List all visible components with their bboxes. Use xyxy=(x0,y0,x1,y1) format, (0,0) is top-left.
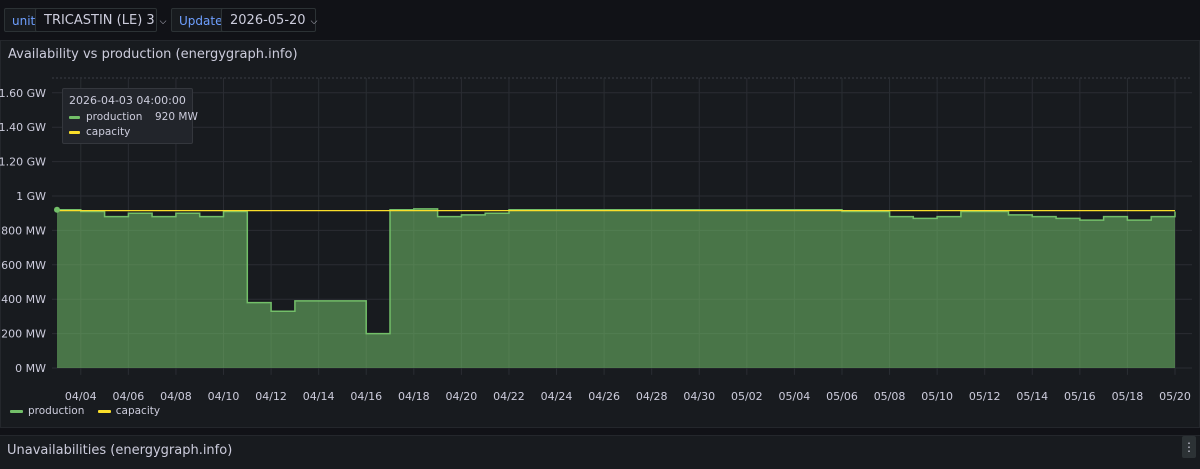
legend-item-capacity[interactable]: capacity xyxy=(97,405,161,417)
legend-swatch-capacity xyxy=(97,409,111,413)
legend-label-production: production xyxy=(28,405,85,417)
x-tick-label: 05/04 xyxy=(779,390,811,403)
y-tick-label: 200 MW xyxy=(1,328,46,341)
tooltip-time: 2026-04-03 04:00:00 xyxy=(69,94,186,107)
vertical-ellipsis-icon[interactable]: ⋮ xyxy=(1182,436,1196,458)
x-tick-label: 04/22 xyxy=(493,390,525,403)
x-tick-label: 04/18 xyxy=(398,390,430,403)
chart-tooltip: 2026-04-03 04:00:00 production 920 MW ca… xyxy=(62,88,198,144)
x-tick-label: 05/16 xyxy=(1064,390,1096,403)
x-tick-label: 04/06 xyxy=(113,390,145,403)
y-tick-label: 1.40 GW xyxy=(0,121,46,134)
tooltip-series-name: capacity xyxy=(86,126,131,138)
y-tick-label: 1 GW xyxy=(16,190,46,203)
x-tick-label: 05/14 xyxy=(1016,390,1048,403)
x-tick-label: 04/04 xyxy=(65,390,97,403)
legend-item-production[interactable]: production xyxy=(10,405,84,417)
tooltip-row-capacity: capacity xyxy=(69,125,130,139)
tooltip-series-value: 920 MW xyxy=(155,111,198,123)
tooltip-series-name: production xyxy=(86,111,143,123)
x-axis: 04/04 04/06 04/08 04/10 04/12 04/14 04/16 04/18… xyxy=(65,390,1191,403)
x-tick-label: 04/28 xyxy=(636,390,668,403)
x-tick-label: 05/08 xyxy=(874,390,906,403)
x-tick-label: 05/20 xyxy=(1159,390,1191,403)
tooltip-row-production: production 920 MW xyxy=(69,110,198,124)
y-tick-label: 1.20 GW xyxy=(0,156,46,169)
y-axis: 0 MW 200 MW 400 MW 600 MW 800 MW 1 GW 1.20 GW 1… xyxy=(0,87,46,375)
chart-series xyxy=(54,206,1176,368)
x-tick-label: 04/30 xyxy=(683,390,715,403)
production-swatch xyxy=(69,115,80,119)
capacity-swatch xyxy=(69,130,80,134)
x-tick-label: 05/10 xyxy=(921,390,953,403)
x-tick-label: 04/12 xyxy=(255,390,287,403)
x-tick-label: 04/24 xyxy=(541,390,573,403)
y-tick-label: 800 MW xyxy=(1,224,46,237)
x-tick-label: 05/18 xyxy=(1112,390,1144,403)
hover-point xyxy=(54,206,60,213)
legend-swatch-production xyxy=(10,409,23,413)
chart-legend: production capacity xyxy=(10,405,170,417)
y-tick-label: 1.60 GW xyxy=(0,87,46,100)
x-tick-label: 04/14 xyxy=(303,390,335,403)
y-tick-label: 0 MW xyxy=(15,362,46,375)
x-tick-label: 05/02 xyxy=(731,390,763,403)
x-tick-label: 04/26 xyxy=(588,390,620,403)
unavailabilities-panel: Unavailabilities (energygraph.info) ⋮ xyxy=(0,435,1200,469)
x-tick-label: 04/20 xyxy=(446,390,478,403)
x-tick-label: 05/12 xyxy=(969,390,1001,403)
y-tick-label: 400 MW xyxy=(1,293,46,306)
x-tick-label: 04/10 xyxy=(208,390,240,403)
y-tick-label: 600 MW xyxy=(1,259,46,272)
availability-chart[interactable]: 0 MW 200 MW 400 MW 600 MW 800 MW 1 GW 1.20 GW 1… xyxy=(0,0,1200,469)
legend-label-capacity: capacity xyxy=(115,405,161,417)
production-area xyxy=(57,208,1175,368)
panel-title: Unavailabilities (energygraph.info) xyxy=(7,443,233,458)
x-tick-label: 04/08 xyxy=(160,390,192,403)
x-tick-label: 05/06 xyxy=(826,390,858,403)
x-tick-label: 04/16 xyxy=(350,390,382,403)
